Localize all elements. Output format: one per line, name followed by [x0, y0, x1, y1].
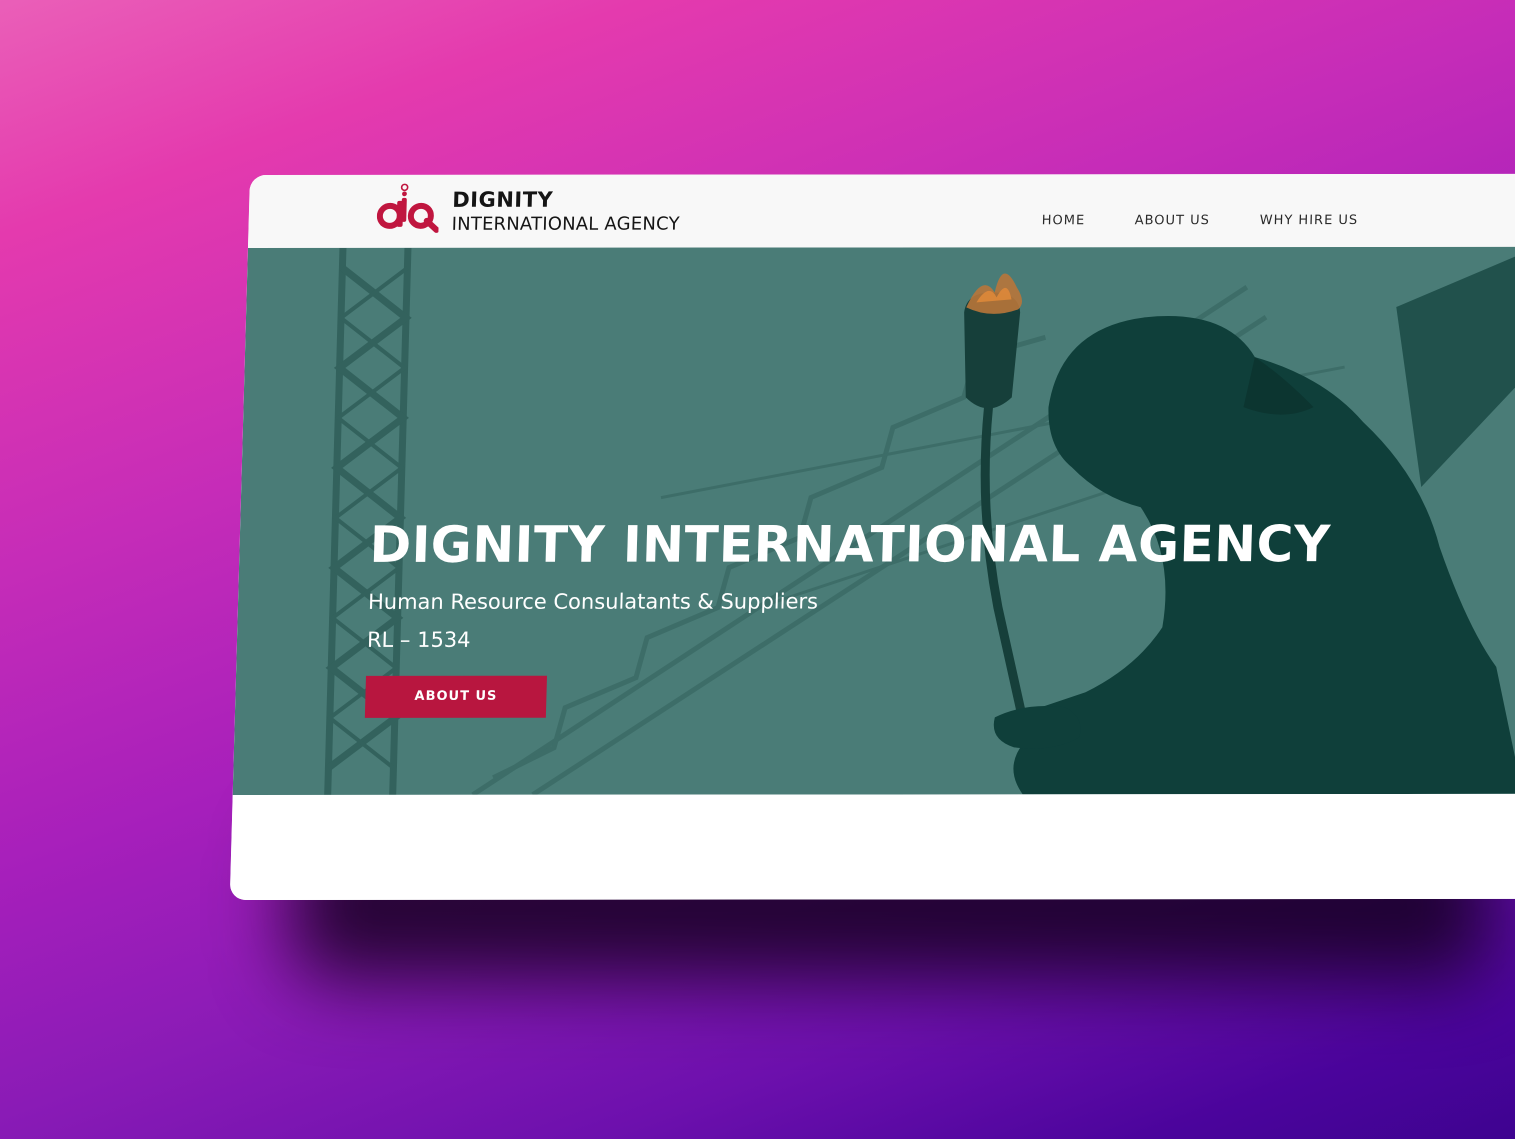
hero-subtitle: Human Resource Consulatants & Suppliers [367, 589, 819, 614]
brand-name-line1: DIGNITY [451, 187, 554, 212]
nav-about-us[interactable]: ABOUT US [1134, 213, 1210, 228]
about-us-button[interactable]: ABOUT US [364, 675, 548, 718]
hero-title: DIGNITY INTERNATIONAL AGENCY [368, 515, 1332, 574]
nav-home[interactable]: HOME [1041, 213, 1085, 228]
background-gradient: DIGNITY INTERNATIONAL AGENCY HOME ABOUT … [0, 0, 1515, 1139]
browser-screenshot: DIGNITY INTERNATIONAL AGENCY HOME ABOUT … [229, 173, 1515, 901]
brand-name-line2: INTERNATIONAL AGENCY [451, 213, 680, 235]
license-number: RL – 1534 [366, 627, 471, 652]
nav-why-hire-us[interactable]: WHY HIRE US [1259, 213, 1358, 228]
hero-banner: DIGNITY INTERNATIONAL AGENCY Human Resou… [232, 246, 1515, 796]
content-area [229, 793, 1515, 901]
site-header: DIGNITY INTERNATIONAL AGENCY HOME ABOUT … [247, 173, 1515, 249]
da-logo-icon[interactable] [376, 183, 440, 235]
